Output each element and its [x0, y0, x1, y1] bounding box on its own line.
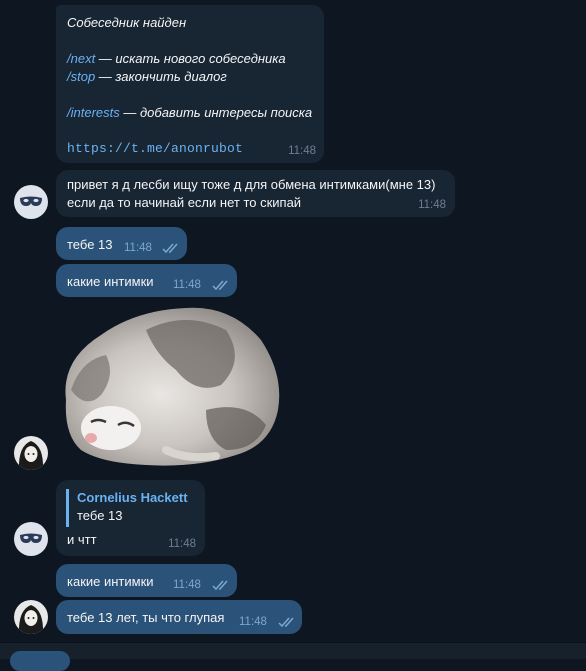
bot-link[interactable]: https://t.me/anonrubot [67, 140, 243, 158]
mask-icon [20, 196, 42, 206]
message-time: 11:48 [239, 616, 267, 628]
stop-command-desc: — закончить диалог [95, 69, 227, 84]
girl-avatar-icon [18, 441, 44, 470]
kitten-sticker[interactable] [56, 300, 284, 470]
incoming-message: привет я д лесби ищу тоже д для обмена и… [56, 170, 455, 217]
stop-command-link[interactable]: /stop [67, 69, 95, 84]
message-text: тебе 13 лет, ты что глупая [67, 610, 225, 625]
mask-icon [20, 533, 42, 543]
outgoing-message: тебе 13 11:48 [56, 227, 187, 260]
outgoing-message: какие интимки 11:48 [56, 564, 237, 597]
message-time: 11:48 [173, 579, 201, 591]
next-command-link[interactable]: /next [67, 51, 95, 66]
command-line-stop: /stop — закончить диалог [67, 68, 227, 86]
mask-avatar[interactable] [14, 185, 48, 219]
read-checkmarks-icon [278, 617, 294, 628]
mask-avatar[interactable] [14, 522, 48, 556]
message-time: 11:48 [168, 538, 196, 550]
incoming-reply-message: Cornelius Hackett тебе 13 и чтт 11:48 [56, 480, 205, 556]
message-text: какие интимки [67, 274, 154, 289]
outgoing-message: тебе 13 лет, ты что глупая 11:48 [56, 600, 302, 634]
composer-bar[interactable] [0, 642, 586, 671]
bot-message: Собеседник найден /next — искать нового … [56, 5, 324, 163]
bot-message-title: Собеседник найден [67, 15, 187, 30]
read-checkmarks-icon [212, 580, 228, 591]
message-time: 11:48 [124, 242, 152, 254]
reply-quote[interactable]: Cornelius Hackett тебе 13 [66, 489, 188, 527]
girl-avatar-icon [18, 605, 44, 634]
composer-button[interactable] [10, 651, 70, 671]
reply-author-name: Cornelius Hackett [77, 490, 188, 505]
message-text: тебе 13 [67, 237, 113, 252]
message-time: 11:48 [288, 145, 316, 157]
message-text-line-1: привет я д лесби ищу тоже д для обмена и… [67, 177, 436, 192]
read-checkmarks-icon [212, 280, 228, 291]
user-avatar[interactable] [14, 436, 48, 470]
reply-quote-text: тебе 13 [77, 508, 123, 523]
interests-command-desc: — добавить интересы поиска [119, 105, 313, 120]
command-line-next: /next — искать нового собеседника [67, 50, 286, 68]
message-text: какие интимки [67, 574, 154, 589]
interests-command-link[interactable]: /interests [67, 105, 120, 120]
message-text: и чтт [67, 532, 97, 547]
message-time: 11:48 [418, 199, 446, 211]
read-checkmarks-icon [162, 243, 178, 254]
kitten-sticker-icon [65, 307, 280, 466]
message-time: 11:48 [173, 279, 201, 291]
outgoing-message: какие интимки 11:48 [56, 264, 237, 297]
next-command-desc: — искать нового собеседника [95, 51, 286, 66]
message-text-line-2: если да то начинай если нет то скипай [67, 195, 302, 210]
command-line-interests: /interests — добавить интересы поиска [67, 104, 312, 122]
user-avatar[interactable] [14, 600, 48, 634]
